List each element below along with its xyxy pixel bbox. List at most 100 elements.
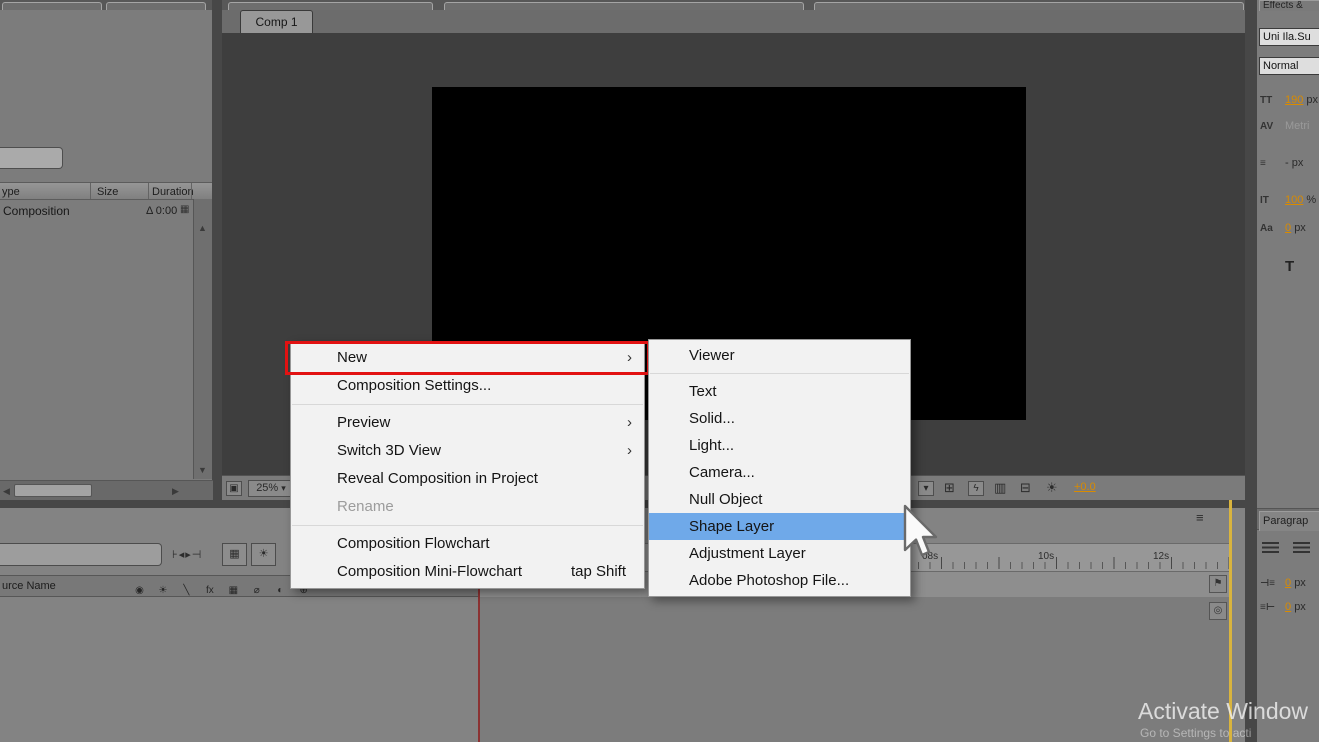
cut-tab[interactable] (444, 2, 804, 10)
indent-right-icon: ≡⊢ (1260, 602, 1285, 613)
submenu-item-camera[interactable]: Camera... (649, 459, 910, 486)
column-divider[interactable] (90, 183, 91, 199)
zoom-tool-icon[interactable]: ◎ (1209, 602, 1227, 620)
faux-styles-row: T (1260, 258, 1294, 275)
menu-separator (292, 404, 643, 405)
submenu-item-light[interactable]: Light... (649, 432, 910, 459)
effects-panel-title: Effects & (1263, 0, 1303, 11)
column-divider[interactable] (148, 183, 149, 199)
tab-comp-1[interactable]: Comp 1 (240, 10, 313, 33)
baseline-shift-row: Aa0 px (1260, 222, 1306, 234)
align-center-icon[interactable] (1293, 542, 1310, 555)
project-search-field[interactable] (0, 147, 63, 169)
composition-chart-icon[interactable]: ▦ (222, 543, 247, 566)
menu-item-label: Preview (337, 414, 390, 431)
project-row-duration: Δ 0:00 (146, 205, 177, 217)
effects-panel-tab[interactable]: Effects & (1259, 0, 1319, 11)
submenu-arrow-icon: › (627, 344, 632, 372)
baseline-shift-value[interactable]: 0 (1285, 222, 1291, 234)
font-family-field[interactable]: Uni Ila.Su (1259, 28, 1319, 46)
indent-left-value[interactable]: 0 (1285, 577, 1291, 589)
align-left-icon[interactable] (1262, 542, 1279, 555)
cut-tab[interactable] (2, 2, 102, 10)
font-family-value: Uni Ila.Su (1263, 31, 1311, 43)
zoom-level-dropdown[interactable]: 25% ▾ (248, 480, 294, 497)
scroll-right-icon[interactable]: ▶ (172, 486, 179, 497)
font-size-value[interactable]: 190 (1285, 94, 1303, 106)
menu-item-new[interactable]: New › (291, 344, 644, 372)
column-duration[interactable]: Duration (152, 186, 194, 198)
exposure-sun-icon[interactable]: ☀ (1046, 480, 1058, 496)
column-type[interactable]: ype (2, 186, 20, 198)
scrollbar-thumb[interactable] (14, 484, 92, 497)
submenu-item-solid[interactable]: Solid... (649, 405, 910, 432)
indent-right-value[interactable]: 0 (1285, 601, 1291, 613)
vertical-scale-value[interactable]: 100 (1285, 194, 1303, 206)
view-layout-icon[interactable]: ▥ (994, 480, 1006, 496)
paragraph-panel-header: Paragrap (1257, 508, 1319, 530)
menu-item-label: Rename (337, 498, 394, 515)
video-switch-icon[interactable]: ◉ (130, 585, 149, 596)
frame-blend-switch-icon[interactable]: ▦ (224, 585, 243, 596)
column-size[interactable]: Size (97, 186, 118, 198)
menu-item-switch-3d-view[interactable]: Switch 3D View › (291, 437, 644, 465)
comp-panel-tabstrip (222, 0, 1245, 10)
scroll-down-icon[interactable]: ▼ (198, 465, 207, 475)
submenu-item-viewer[interactable]: Viewer (649, 342, 910, 369)
motion-blur-toggle-icon[interactable]: ☀ (251, 543, 276, 566)
timeline-search-field[interactable] (0, 543, 162, 566)
comp-marker-bin-icon[interactable]: ⚑ (1209, 575, 1227, 593)
adjustment-switch-icon[interactable]: ◐ (271, 585, 290, 596)
cut-tab[interactable] (106, 2, 206, 10)
timeline-panel-menu-icon[interactable]: ≡ (1196, 510, 1204, 525)
exposure-value[interactable]: +0.0 (1074, 481, 1096, 493)
leading-value[interactable]: - (1285, 157, 1289, 169)
submenu-arrow-icon: › (627, 409, 632, 437)
menu-item-reveal-composition[interactable]: Reveal Composition in Project (291, 465, 644, 493)
submenu-item-null-object[interactable]: Null Object (649, 486, 910, 513)
in-out-duration-icon[interactable]: ⊦◂▸⊣ (172, 548, 202, 561)
track-left-edge-line (478, 585, 480, 742)
menu-item-shortcut: tap Shift (571, 558, 626, 586)
submenu-item-shape-layer[interactable]: Shape Layer (649, 513, 910, 540)
preview-toggle-icon[interactable]: ▣ (226, 481, 242, 496)
source-name-column[interactable]: urce Name (2, 580, 56, 592)
timeline-tracks-area[interactable] (480, 597, 1231, 742)
solo-switch-icon[interactable]: ☀ (153, 585, 172, 596)
font-size-unit: px (1306, 94, 1318, 106)
menu-item-preview[interactable]: Preview › (291, 409, 644, 437)
submenu-item-text[interactable]: Text (649, 378, 910, 405)
fx-switch-icon[interactable]: fx (200, 585, 219, 596)
menu-item-label: Viewer (689, 347, 735, 364)
column-divider[interactable] (191, 183, 192, 199)
menu-item-composition-flowchart[interactable]: Composition Flowchart (291, 530, 644, 558)
faux-bold-label[interactable]: T (1285, 258, 1294, 275)
comp-tab-label: Comp 1 (255, 15, 297, 29)
kerning-value[interactable]: Metri (1285, 120, 1309, 132)
blend-mode-dropdown[interactable]: Normal (1259, 57, 1319, 75)
submenu-item-adjustment-layer[interactable]: Adjustment Layer (649, 540, 910, 567)
cut-tab[interactable] (814, 2, 1244, 10)
scroll-up-icon[interactable]: ▲ (198, 223, 207, 233)
project-row-composition[interactable]: Composition Δ 0:00 ▦ (0, 201, 192, 221)
scroll-left-icon[interactable]: ◀ (3, 486, 10, 497)
menu-item-label: Null Object (689, 491, 762, 508)
resolution-dropdown-icon[interactable]: ▾ (918, 481, 934, 496)
project-vertical-scrollbar[interactable]: ▲ ▼ (193, 199, 212, 479)
new-submenu: Viewer Text Solid... Light... Camera... … (648, 339, 911, 597)
project-horizontal-scrollbar[interactable]: ◀ ▶ (0, 480, 213, 500)
indent-left-row: ⊣≡0 px (1260, 577, 1306, 589)
grid-options-icon[interactable]: ⊞ (944, 480, 955, 496)
menu-item-label: Camera... (689, 464, 755, 481)
pixel-aspect-icon[interactable]: ⊟ (1020, 480, 1031, 496)
panel-gap-vertical (1245, 0, 1257, 742)
cut-tab[interactable] (228, 2, 433, 10)
menu-item-composition-mini-flowchart[interactable]: Composition Mini-Flowchart tap Shift (291, 558, 644, 586)
submenu-item-adobe-photoshop-file[interactable]: Adobe Photoshop File... (649, 567, 910, 594)
fast-preview-icon[interactable]: ϟ (968, 481, 984, 496)
paragraph-panel-tab[interactable]: Paragrap (1259, 511, 1319, 531)
motion-blur-switch-icon[interactable]: ⌀ (247, 585, 266, 596)
menu-item-composition-settings[interactable]: Composition Settings... (291, 372, 644, 400)
project-row-name: Composition (3, 204, 70, 218)
draft-switch-icon[interactable]: ╲ (177, 585, 196, 596)
